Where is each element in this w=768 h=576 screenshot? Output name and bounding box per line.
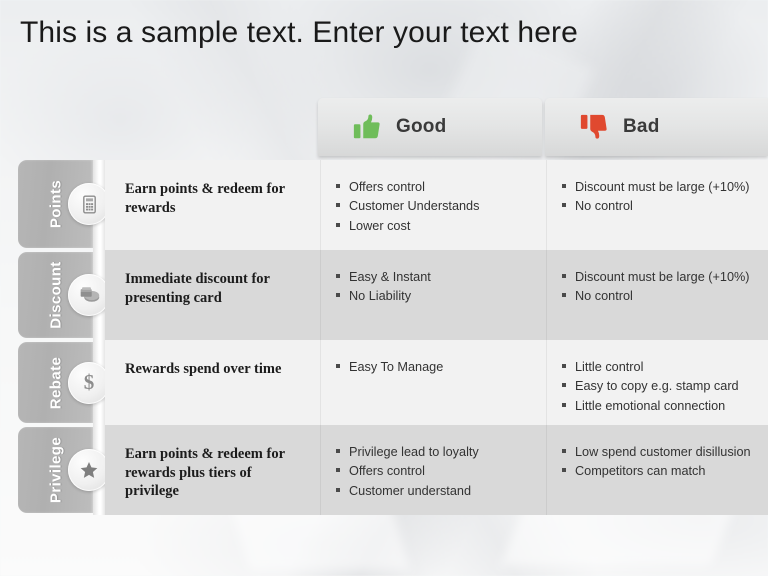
list-item: Discount must be large (+10%): [561, 268, 758, 286]
list-item: Offers control: [335, 462, 536, 480]
star-icon: [68, 449, 110, 491]
bullet-list: Little control Easy to copy e.g. stamp ca…: [561, 358, 758, 415]
bullet-list: Easy & Instant No Liability: [335, 268, 536, 306]
list-item: Discount must be large (+10%): [561, 178, 758, 196]
list-item: Little control: [561, 358, 758, 376]
category-tab-label: Discount: [47, 261, 64, 329]
bullet-list: Offers control Customer Understands Lower …: [335, 178, 536, 235]
list-item: Customer Understands: [335, 197, 536, 215]
list-item: Little emotional connection: [561, 397, 758, 415]
category-tab-label: Privilege: [47, 436, 64, 504]
row-bad-list: Low spend customer disillusion Competitor…: [546, 425, 768, 515]
comparison-table: Earn points & redeem for rewards Offers c…: [105, 160, 768, 515]
table-row: Earn points & redeem for rewards plus ti…: [105, 425, 768, 515]
row-good-list: Easy To Manage: [320, 340, 546, 425]
row-description: Earn points & redeem for rewards: [125, 181, 285, 216]
row-bad-list: Discount must be large (+10%) No control: [546, 160, 768, 250]
column-header-good-label: Good: [396, 116, 447, 137]
list-item: No control: [561, 197, 758, 215]
column-header-bad: Bad: [545, 98, 768, 156]
thumbs-up-icon: [352, 112, 382, 142]
calculator-icon: [68, 183, 110, 225]
table-row: Earn points & redeem for rewards Offers c…: [105, 160, 768, 250]
row-description: Immediate discount for presenting card: [125, 271, 270, 306]
bullet-list: Low spend customer disillusion Competitor…: [561, 443, 758, 481]
table-row: Immediate discount for presenting card Ea…: [105, 250, 768, 340]
bullet-list: Easy To Manage: [335, 358, 536, 376]
dollar-icon: $: [68, 361, 110, 404]
row-bad-list: Discount must be large (+10%) No control: [546, 250, 768, 340]
list-item: Easy to copy e.g. stamp card: [561, 377, 758, 395]
column-header-good: Good: [318, 98, 542, 156]
column-header-bad-label: Bad: [623, 116, 660, 137]
row-good-list: Privilege lead to loyalty Offers control C…: [320, 425, 546, 515]
row-bad-list: Little control Easy to copy e.g. stamp ca…: [546, 340, 768, 425]
bullet-list: Privilege lead to loyalty Offers control C…: [335, 443, 536, 500]
bullet-list: Discount must be large (+10%) No control: [561, 178, 758, 216]
table-row: Rewards spend over time Easy To Manage Lit…: [105, 340, 768, 425]
list-item: No Liability: [335, 287, 536, 305]
list-item: No control: [561, 287, 758, 305]
list-item: Lower cost: [335, 217, 536, 235]
row-good-list: Easy & Instant No Liability: [320, 250, 546, 340]
category-tab-label: Rebate: [47, 356, 64, 409]
list-item: Easy To Manage: [335, 358, 536, 376]
list-item: Competitors can match: [561, 462, 758, 480]
thumbs-down-icon: [579, 112, 609, 142]
row-description: Rewards spend over time: [125, 361, 282, 377]
category-tab-label: Points: [47, 179, 64, 229]
row-good-list: Offers control Customer Understands Lower …: [320, 160, 546, 250]
bullet-list: Discount must be large (+10%) No control: [561, 268, 758, 306]
list-item: Low spend customer disillusion: [561, 443, 758, 461]
list-item: Privilege lead to loyalty: [335, 443, 536, 461]
money-stack-icon: [68, 274, 110, 316]
page-title: This is a sample text. Enter your text h…: [20, 16, 578, 49]
list-item: Customer understand: [335, 482, 536, 500]
list-item: Easy & Instant: [335, 268, 536, 286]
row-description: Earn points & redeem for rewards plus ti…: [125, 446, 285, 500]
list-item: Offers control: [335, 178, 536, 196]
